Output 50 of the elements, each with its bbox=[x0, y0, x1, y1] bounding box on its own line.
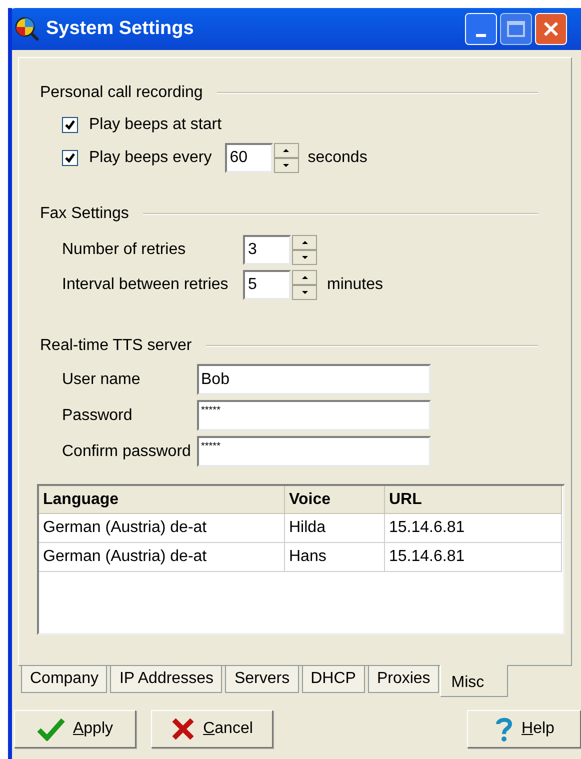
field-label: Interval between retries bbox=[62, 275, 230, 295]
field-label: Number of retries bbox=[62, 240, 187, 260]
checkbox[interactable] bbox=[62, 117, 78, 133]
table-cell: Hans bbox=[285, 543, 385, 572]
unit-label: seconds bbox=[308, 148, 368, 168]
tab[interactable]: Servers bbox=[225, 666, 299, 693]
close-icon bbox=[542, 20, 560, 38]
input-field[interactable]: Bob bbox=[197, 364, 431, 395]
spin-buttons[interactable] bbox=[274, 143, 299, 173]
unit-label: minutes bbox=[327, 275, 384, 295]
tab[interactable]: Proxies bbox=[368, 666, 440, 693]
spin-field[interactable]: 3 bbox=[243, 235, 291, 265]
spin-field[interactable]: 60 bbox=[224, 143, 273, 173]
group-title: Real-time TTS server bbox=[40, 336, 192, 356]
cancel-button[interactable]: Cancel bbox=[151, 710, 273, 748]
spin-buttons[interactable] bbox=[292, 235, 317, 265]
field-label: Confirm password bbox=[62, 442, 192, 462]
column-header[interactable]: URL bbox=[385, 486, 562, 514]
maximize-button[interactable] bbox=[500, 13, 532, 45]
field-label: User name bbox=[62, 370, 142, 390]
question-icon bbox=[494, 716, 514, 742]
field-label: Password bbox=[62, 406, 134, 426]
tab[interactable]: Misc bbox=[440, 665, 508, 697]
x-icon bbox=[171, 717, 196, 741]
window-title: System Settings bbox=[46, 16, 194, 41]
password-field[interactable]: ***** bbox=[197, 436, 431, 467]
tab[interactable]: Company bbox=[21, 666, 108, 693]
checkbox-label: Play beeps every bbox=[89, 148, 212, 168]
table-cell: German (Austria) de-at bbox=[39, 514, 285, 543]
table-cell: German (Austria) de-at bbox=[39, 543, 285, 572]
column-header[interactable]: Language bbox=[39, 486, 285, 514]
app-icon bbox=[14, 16, 40, 42]
password-field[interactable]: ***** bbox=[197, 400, 431, 431]
apply-button[interactable]: Apply bbox=[14, 710, 136, 748]
checkbox[interactable] bbox=[62, 150, 78, 166]
group-title: Fax Settings bbox=[40, 204, 129, 224]
checkbox-label: Play beeps at start bbox=[89, 115, 222, 135]
group-title: Personal call recording bbox=[40, 83, 203, 103]
table-cell: 15.14.6.81 bbox=[385, 514, 562, 543]
spin-field[interactable]: 5 bbox=[243, 270, 291, 300]
minimize-button[interactable] bbox=[465, 13, 497, 45]
tab[interactable]: IP Addresses bbox=[110, 666, 222, 693]
table-cell: 15.14.6.81 bbox=[385, 543, 562, 572]
table-cell: Hilda bbox=[285, 514, 385, 543]
spin-buttons[interactable] bbox=[292, 270, 317, 300]
check-icon bbox=[36, 717, 65, 741]
help-button[interactable]: Help bbox=[467, 710, 581, 748]
column-header[interactable]: Voice bbox=[285, 486, 385, 514]
tab[interactable]: DHCP bbox=[302, 666, 365, 693]
close-button[interactable] bbox=[535, 13, 567, 45]
